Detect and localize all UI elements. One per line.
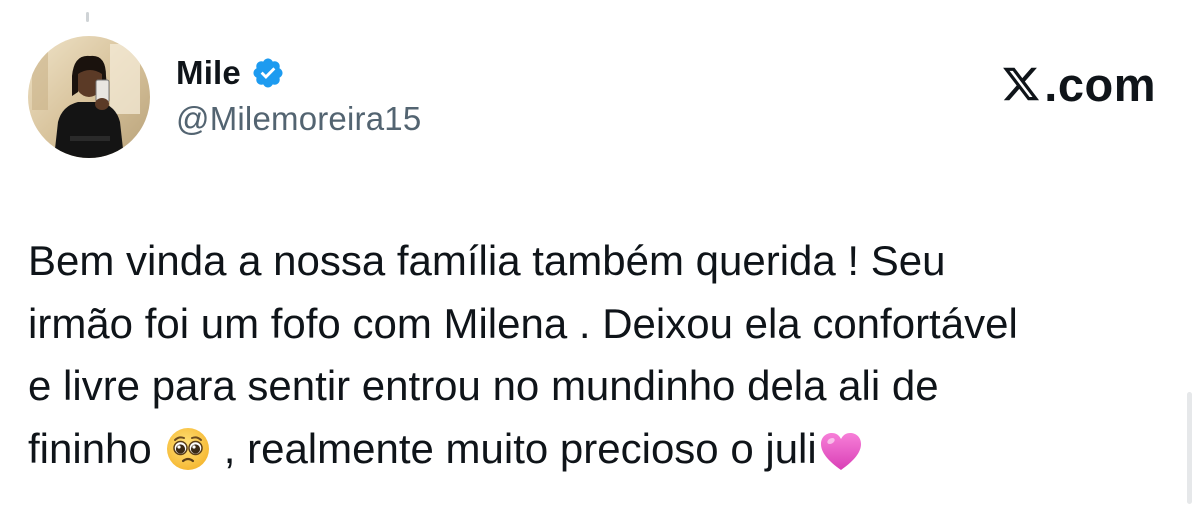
tweet-line: e livre para sentir entrou no mundinho d…	[28, 362, 939, 409]
x-brand: .com	[1001, 56, 1156, 112]
author-handle[interactable]: @Milemoreira15	[176, 100, 421, 138]
tweet-text: Bem vinda a nossa família também querida…	[28, 230, 1188, 480]
tweet-line-text: fininho	[28, 424, 152, 472]
scrollbar[interactable]	[1187, 392, 1192, 504]
brand-domain: .com	[1044, 57, 1156, 111]
x-logo-icon	[1001, 63, 1041, 105]
pink-heart-emoji-icon	[817, 425, 865, 473]
verified-badge-icon	[251, 56, 285, 90]
tweet-line: Bem vinda a nossa família também querida…	[28, 237, 946, 284]
tweet-line-last: fininho , realmente muito precioso o jul…	[28, 418, 1188, 481]
avatar-photo	[28, 36, 150, 158]
author-display-name[interactable]: Mile	[176, 54, 241, 92]
tweet-line: irmão foi um fofo com Milena . Deixou el…	[28, 299, 1018, 347]
scroll-indicator	[86, 12, 89, 22]
pleading-face-emoji-icon	[164, 425, 212, 473]
tweet-line-text: , realmente muito precioso o juli	[223, 424, 817, 472]
author-name-row: Mile	[176, 50, 285, 96]
avatar[interactable]	[28, 36, 150, 158]
